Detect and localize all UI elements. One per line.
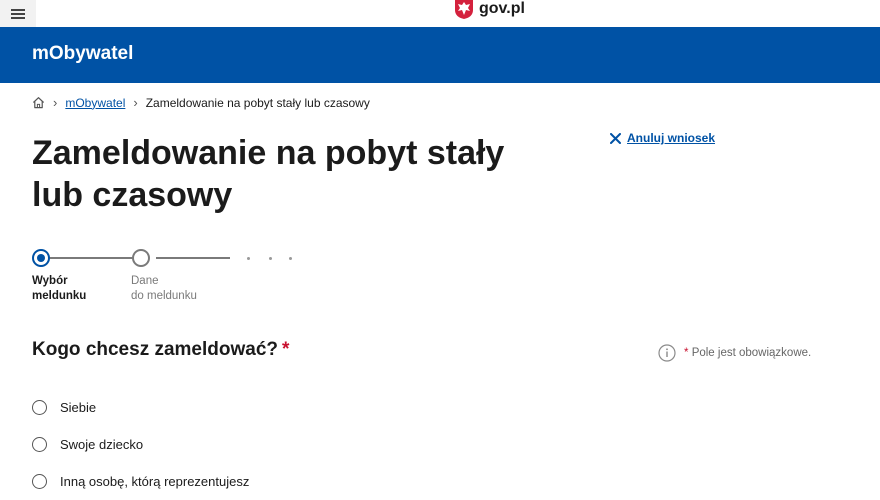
- radio-label: Siebie: [60, 400, 97, 415]
- required-field-note: * Pole jest obowiązkowe.: [658, 344, 811, 362]
- breadcrumb-link-mobywatel[interactable]: mObywatel: [65, 96, 125, 110]
- step-connector: [48, 257, 140, 259]
- menu-button[interactable]: [0, 0, 36, 27]
- radio-label: Inną osobę, którą reprezentujesz: [60, 474, 250, 489]
- step-label-line: Wybór: [32, 275, 68, 287]
- cancel-application-button[interactable]: Anuluj wniosek: [610, 131, 715, 145]
- chevron-right-icon: ›: [133, 95, 138, 110]
- required-star: *: [684, 347, 689, 359]
- eagle-emblem-icon: [455, 0, 473, 19]
- breadcrumb-current: Zameldowanie na pobyt stały lub czasowy: [145, 95, 370, 110]
- app-header: mObywatel: [0, 27, 880, 83]
- radio-option-child[interactable]: Swoje dziecko: [32, 426, 249, 463]
- radio-button[interactable]: [32, 400, 47, 415]
- required-note-text: Pole jest obowiązkowe.: [691, 347, 812, 359]
- radio-group: Siebie Swoje dziecko Inną osobę, którą r…: [32, 389, 249, 500]
- radio-option-other-person[interactable]: Inną osobę, którą reprezentujesz: [32, 463, 249, 500]
- step-indicator-1: [32, 249, 50, 267]
- step-label-2: Dane do meldunku: [131, 274, 221, 304]
- cancel-application-label: Anuluj wniosek: [627, 131, 716, 145]
- step-label-line: do meldunku: [131, 290, 197, 302]
- step-label-line: Dane: [131, 275, 159, 287]
- required-star: *: [282, 339, 290, 360]
- step-indicator-2: [132, 249, 150, 267]
- step-more-dot: [289, 257, 292, 260]
- top-bar: gov.pl: [0, 0, 880, 28]
- step-label-line: meldunku: [32, 290, 87, 302]
- home-icon[interactable]: [32, 96, 45, 109]
- step-label-1: Wybór meldunku: [32, 274, 122, 304]
- step-connector: [156, 257, 230, 259]
- question-text: Kogo chcesz zameldować?: [32, 339, 279, 360]
- step-more-dot: [269, 257, 272, 260]
- step-more-dot: [247, 257, 250, 260]
- close-icon: [610, 132, 621, 144]
- info-icon: [658, 344, 676, 362]
- breadcrumb: › mObywatel › Zameldowanie na pobyt stał…: [32, 95, 370, 110]
- question-heading: Kogo chcesz zameldować? *: [32, 339, 289, 361]
- chevron-right-icon: ›: [53, 95, 58, 110]
- logo-text: gov.pl: [479, 0, 525, 17]
- app-name[interactable]: mObywatel: [32, 43, 133, 65]
- progress-stepper: Wybór meldunku Dane do meldunku: [32, 249, 332, 309]
- radio-button[interactable]: [32, 474, 47, 489]
- radio-option-self[interactable]: Siebie: [32, 389, 249, 426]
- radio-label: Swoje dziecko: [60, 437, 144, 452]
- gov-pl-logo[interactable]: gov.pl: [453, 0, 525, 20]
- page-title: Zameldowanie na pobyt stały lub czasowy: [32, 134, 505, 214]
- hamburger-icon: [11, 8, 25, 19]
- radio-button[interactable]: [32, 437, 47, 452]
